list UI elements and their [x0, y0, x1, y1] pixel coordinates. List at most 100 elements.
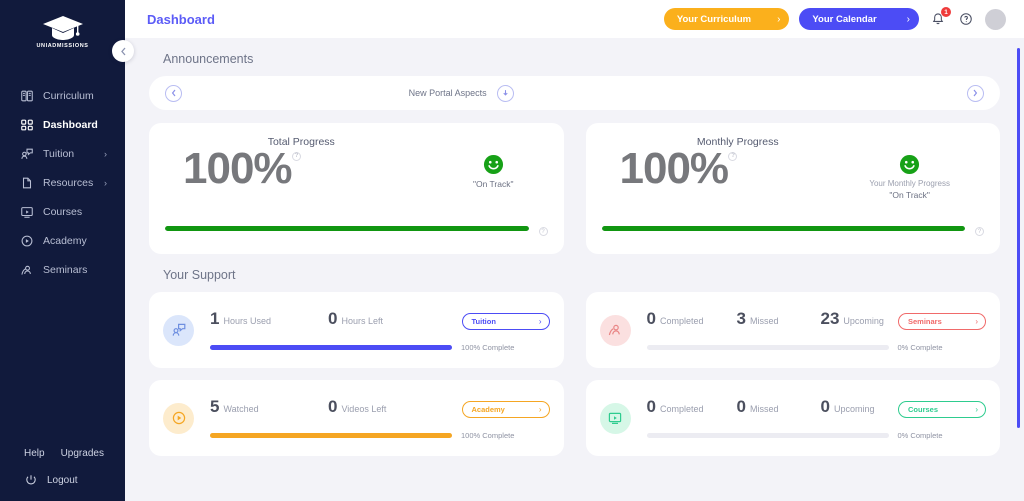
smiley-face-icon — [483, 154, 504, 175]
info-icon[interactable]: ? — [728, 152, 737, 161]
sidebar-item-resources[interactable]: Resources › — [0, 168, 125, 197]
sidebar-item-label: Courses — [43, 206, 82, 218]
seminars-card: 0 Completed 3 Missed 23 Upcoming — [586, 292, 1001, 368]
progress-bar-fill — [602, 226, 966, 231]
announcements-carousel: New Portal Aspects — [149, 76, 1000, 110]
person-chat-icon — [20, 147, 34, 161]
carousel-next-button[interactable] — [967, 85, 984, 102]
info-icon[interactable]: ? — [975, 227, 984, 236]
sidebar-item-tuition[interactable]: Tuition › — [0, 139, 125, 168]
your-curriculum-label: Your Curriculum — [677, 14, 751, 25]
mood-indicator: Your Monthly Progress "On Track" — [869, 154, 950, 200]
help-button[interactable] — [957, 10, 975, 28]
stat-item: 0 Completed — [647, 309, 737, 329]
carousel-item[interactable]: New Portal Aspects — [409, 85, 514, 102]
play-circle-icon — [20, 234, 34, 248]
progress-row: 0% Complete — [647, 343, 987, 352]
your-calendar-button[interactable]: Your Calendar › — [799, 8, 919, 30]
app-root: UNIADMISSIONS Curriculum Dashboard — [0, 0, 1024, 501]
info-icon[interactable]: ? — [539, 227, 548, 236]
sidebar-item-courses[interactable]: Courses — [0, 197, 125, 226]
card-body: 100%? Your Monthly Progress "On Track" — [602, 146, 985, 200]
sidebar-collapse-button[interactable] — [112, 40, 134, 62]
mood-indicator: "On Track" — [473, 154, 514, 189]
question-circle-icon — [959, 12, 973, 26]
seminars-button[interactable]: Seminars › — [898, 313, 986, 330]
sidebar-item-label: Curriculum — [43, 90, 94, 102]
smiley-face-icon — [899, 154, 920, 175]
carousel-download-button[interactable] — [497, 85, 514, 102]
logo[interactable]: UNIADMISSIONS — [0, 0, 125, 63]
chevron-left-circle-icon — [171, 89, 177, 97]
card-content: 0 Completed 0 Missed 0 Upcoming — [647, 397, 987, 440]
page-title: Dashboard — [147, 12, 215, 27]
carousel-prev-button[interactable] — [165, 85, 182, 102]
sidebar-item-label: Academy — [43, 235, 87, 247]
card-content: 5 Watched 0 Videos Left Academy › — [210, 397, 550, 440]
stat-item: 1 Hours Used — [210, 309, 328, 329]
chevron-right-icon: › — [975, 405, 978, 414]
progress-bar-fill — [210, 433, 452, 438]
avatar[interactable] — [985, 9, 1006, 30]
stat-value: 0 — [647, 309, 656, 329]
support-row-1: 1 Hours Used 0 Hours Left Tuition › — [149, 292, 1000, 368]
stats-row: 0 Completed 0 Missed 0 Upcoming — [647, 397, 987, 418]
progress-bar — [165, 226, 529, 231]
button-label: Courses — [908, 405, 938, 414]
progress-text: 0% Complete — [898, 431, 943, 440]
progress-bar — [647, 433, 889, 438]
progress-bar — [647, 345, 889, 350]
progress-bar — [210, 345, 452, 350]
chevron-right-icon: › — [104, 178, 107, 188]
page-scrollbar[interactable] — [1017, 48, 1020, 428]
courses-card: 0 Completed 0 Missed 0 Upcoming — [586, 380, 1001, 456]
stat-value: 5 — [210, 397, 219, 417]
graduation-cap-icon — [40, 12, 86, 42]
percent-text: 100% — [183, 144, 292, 193]
progress-bar-fill — [210, 345, 452, 350]
progress-bar-row: ? — [602, 221, 985, 236]
total-progress-value: 100%? — [183, 146, 301, 192]
mood-main-label: "On Track" — [869, 190, 950, 200]
card-icon-circle — [600, 403, 631, 434]
sidebar-item-label: Dashboard — [43, 119, 98, 131]
sidebar-item-dashboard[interactable]: Dashboard — [0, 110, 125, 139]
logout-button[interactable]: Logout — [0, 473, 125, 487]
progress-cards-row: Total Progress 100%? "On Track" — [149, 123, 1000, 254]
monthly-progress-card: Monthly Progress 100%? Your Monthly Prog… — [586, 123, 1001, 254]
progress-row: 100% Complete — [210, 431, 550, 440]
courses-button[interactable]: Courses › — [898, 401, 986, 418]
info-icon[interactable]: ? — [292, 152, 301, 161]
progress-bar — [210, 433, 452, 438]
support-title: Your Support — [149, 268, 1000, 282]
card-icon-circle — [600, 315, 631, 346]
stat-label: Hours Left — [341, 316, 383, 326]
percent-text: 100% — [620, 144, 729, 193]
grid-icon — [20, 118, 34, 132]
play-circle-icon — [171, 410, 187, 426]
stat-label: Upcoming — [834, 404, 875, 414]
progress-row: 0% Complete — [647, 431, 987, 440]
tuition-card: 1 Hours Used 0 Hours Left Tuition › — [149, 292, 564, 368]
sidebar-item-seminars[interactable]: Seminars — [0, 255, 125, 284]
progress-bar-row: ? — [165, 221, 548, 236]
progress-bar-fill — [165, 226, 529, 231]
card-icon-circle — [163, 403, 194, 434]
stat-value: 1 — [210, 309, 219, 329]
your-curriculum-button[interactable]: Your Curriculum › — [664, 8, 790, 30]
academy-button[interactable]: Academy › — [462, 401, 550, 418]
upgrades-link[interactable]: Upgrades — [61, 448, 104, 459]
stat-label: Hours Used — [223, 316, 271, 326]
sidebar-item-academy[interactable]: Academy — [0, 226, 125, 255]
help-link[interactable]: Help — [24, 448, 45, 459]
notifications-button[interactable]: 1 — [929, 10, 947, 28]
arrow-down-circle-icon — [502, 89, 509, 97]
sidebar-item-curriculum[interactable]: Curriculum — [0, 81, 125, 110]
sidebar-footer: Help Upgrades Logout — [0, 448, 125, 501]
chevron-right-circle-icon — [972, 89, 978, 97]
stat-value: 0 — [328, 397, 337, 417]
progress-text: 100% Complete — [461, 343, 514, 352]
tuition-button[interactable]: Tuition › — [462, 313, 550, 330]
button-label: Tuition — [472, 317, 496, 326]
header-actions: Your Curriculum › Your Calendar › 1 — [664, 8, 1006, 30]
